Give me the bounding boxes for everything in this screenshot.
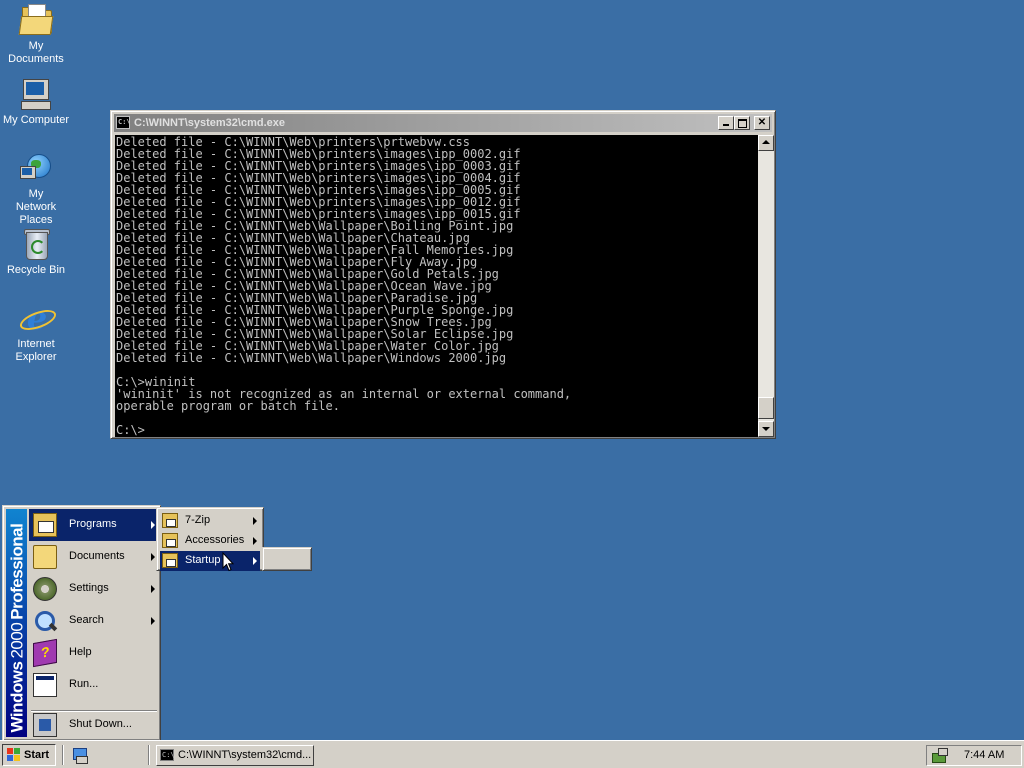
- taskbar-divider: [148, 745, 150, 765]
- banner-edition: Professional: [7, 523, 27, 620]
- chevron-right-icon: [253, 517, 257, 525]
- start-menu-help[interactable]: Help: [29, 637, 159, 669]
- start-menu-item-label: Shut Down...: [69, 718, 132, 730]
- console-line: C:\>: [116, 423, 145, 437]
- settings-icon: [33, 577, 57, 601]
- programs-item-accessories[interactable]: Accessories: [160, 531, 260, 551]
- start-menu-item-label: Help: [69, 646, 92, 658]
- programs-item-7zip[interactable]: 7-Zip: [160, 511, 260, 531]
- submenu-item-label: 7-Zip: [185, 514, 211, 526]
- recycle-bin-icon: [19, 228, 53, 260]
- documents-icon: [33, 545, 57, 569]
- start-menu-item-label: Search: [69, 614, 104, 626]
- my-computer-icon: [19, 78, 53, 110]
- search-icon: [33, 609, 57, 633]
- programs-icon: [33, 513, 57, 537]
- windows-logo-icon: [7, 748, 21, 761]
- chevron-right-icon: [253, 537, 257, 545]
- start-menu-settings[interactable]: Settings: [29, 573, 159, 605]
- start-menu-item-label: Run...: [69, 678, 99, 690]
- desktop-icon-my-computer[interactable]: My Computer: [0, 78, 72, 127]
- banner-windows: Windows: [7, 661, 27, 733]
- startup-submenu: [262, 547, 312, 571]
- desktop-icon-label: My Documents: [8, 40, 64, 65]
- program-group-icon: [162, 533, 178, 548]
- start-button-label: Start: [24, 749, 50, 761]
- start-menu-documents[interactable]: Documents: [29, 541, 159, 573]
- network-status-icon[interactable]: [932, 748, 948, 763]
- console-line: operable program or batch file.: [116, 399, 340, 413]
- vertical-scrollbar[interactable]: [758, 135, 774, 437]
- desktop-icon-label: Recycle Bin: [6, 264, 66, 276]
- close-button[interactable]: ✕: [754, 116, 770, 130]
- start-menu-run[interactable]: Run...: [29, 669, 159, 701]
- program-group-icon: [162, 553, 178, 568]
- start-menu-banner: Windows2000Professional: [6, 509, 27, 737]
- system-tray: 7:44 AM: [926, 745, 1022, 766]
- submenu-item-label: Accessories: [185, 534, 245, 546]
- chevron-right-icon: [151, 553, 155, 561]
- chevron-right-icon: [151, 521, 155, 529]
- taskbar-button-cmd[interactable]: C:\ C:\WINNT\system32\cmd...: [156, 745, 314, 766]
- banner-version: 2000: [7, 622, 27, 659]
- chevron-right-icon: [151, 585, 155, 593]
- desktop-icon-label: My Network Places: [15, 188, 57, 226]
- chevron-right-icon: [253, 557, 257, 565]
- cmd-titlebar[interactable]: C:\ C:\WINNT\system32\cmd.exe ✕: [114, 114, 772, 132]
- scroll-up-button[interactable]: [758, 135, 774, 151]
- my-documents-icon: [18, 4, 54, 36]
- desktop-icon-label: Internet Explorer: [15, 338, 57, 363]
- start-button[interactable]: Start: [2, 744, 56, 766]
- taskbar-divider: [62, 745, 64, 765]
- minimize-button[interactable]: [718, 116, 734, 130]
- cmd-window[interactable]: C:\ C:\WINNT\system32\cmd.exe ✕ Deleted …: [110, 110, 776, 439]
- show-desktop-icon[interactable]: [72, 747, 88, 764]
- program-group-icon: [162, 513, 178, 528]
- start-menu-programs[interactable]: Programs: [29, 509, 159, 541]
- cmd-icon: C:\: [160, 749, 175, 761]
- desktop-icon-network-places[interactable]: My Network Places: [0, 152, 72, 227]
- taskbar-button-label: C:\WINNT\system32\cmd...: [178, 749, 312, 761]
- taskbar: Start C:\ C:\WINNT\system32\cmd... 7:44 …: [0, 740, 1024, 768]
- cmd-window-title: C:\WINNT\system32\cmd.exe: [134, 117, 285, 129]
- mouse-cursor-icon: [222, 552, 234, 572]
- internet-explorer-icon: e: [17, 302, 59, 335]
- network-places-icon: [19, 152, 53, 184]
- programs-item-startup[interactable]: Startup: [160, 551, 260, 571]
- help-icon: [33, 638, 57, 668]
- console-output[interactable]: Deleted file - C:\WINNT\Web\printers\prt…: [115, 135, 758, 437]
- desktop-icon-recycle-bin[interactable]: Recycle Bin: [0, 228, 72, 277]
- start-menu-search[interactable]: Search: [29, 605, 159, 637]
- maximize-button[interactable]: [734, 116, 750, 130]
- scroll-thumb[interactable]: [758, 397, 774, 419]
- desktop-icon-my-documents[interactable]: My Documents: [0, 4, 72, 66]
- desktop-icon-internet-explorer[interactable]: e Internet Explorer: [0, 302, 72, 364]
- start-menu-shut-down[interactable]: Shut Down...: [29, 709, 159, 741]
- shut-down-icon: [33, 713, 57, 737]
- start-menu: Windows2000Professional Programs Documen…: [2, 505, 161, 741]
- cmd-window-icon[interactable]: C:\: [116, 116, 131, 129]
- run-icon: [33, 673, 57, 697]
- start-menu-item-label: Programs: [69, 518, 117, 530]
- start-menu-item-label: Documents: [69, 550, 125, 562]
- programs-submenu: 7-Zip Accessories Startup: [156, 507, 264, 571]
- scroll-down-button[interactable]: [758, 421, 774, 437]
- desktop-icon-label: My Computer: [2, 114, 70, 126]
- chevron-right-icon: [151, 617, 155, 625]
- start-menu-item-label: Settings: [69, 582, 109, 594]
- submenu-item-label: Startup: [185, 554, 221, 566]
- clock[interactable]: 7:44 AM: [964, 749, 1004, 761]
- console-line: Deleted file - C:\WINNT\Web\Wallpaper\Wi…: [116, 351, 507, 365]
